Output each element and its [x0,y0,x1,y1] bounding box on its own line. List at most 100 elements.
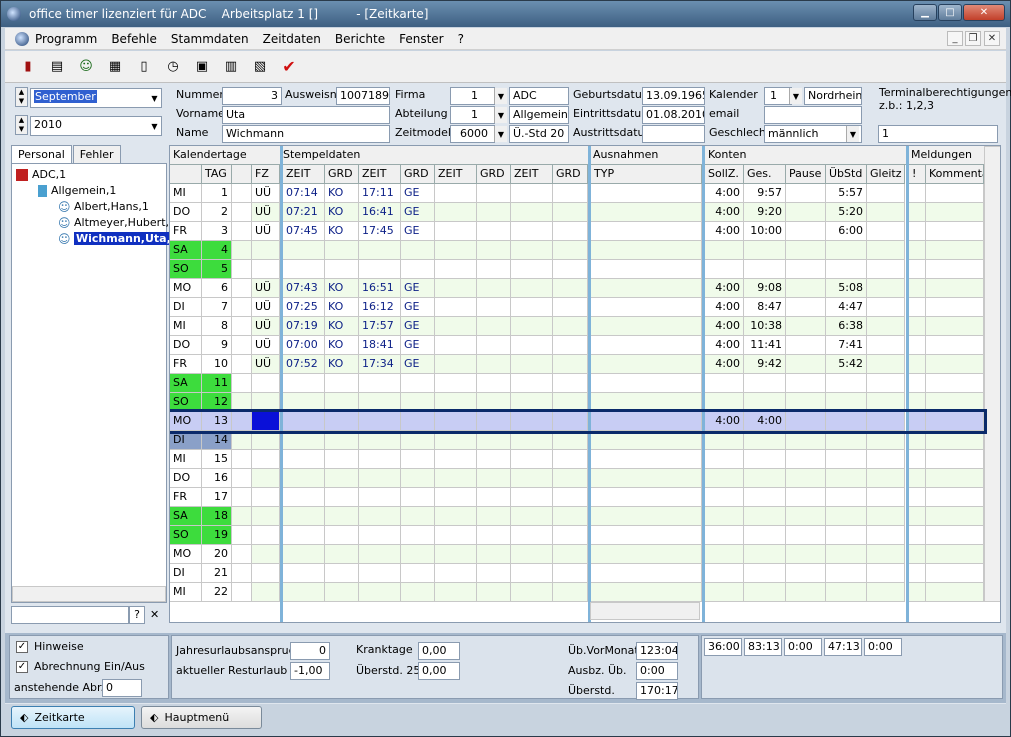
cell-ko[interactable] [926,583,984,602]
cell-g3[interactable] [477,203,511,222]
cell-g1[interactable] [325,545,359,564]
cell-t[interactable]: 18 [202,507,232,526]
column-header-z3[interactable]: ZEIT [435,165,477,184]
kalender-dropdown-icon[interactable]: ▼ [789,88,802,104]
help-icon[interactable]: ? [129,606,145,624]
cell-g4[interactable] [553,488,588,507]
cell-g3[interactable] [477,222,511,241]
cell-ub[interactable] [826,412,867,431]
cell-x[interactable] [232,241,252,260]
cell-z1[interactable] [283,564,325,583]
cell-typ[interactable] [591,469,702,488]
cell-t[interactable]: 15 [202,450,232,469]
grid-hscrollbar[interactable] [590,602,700,620]
cell-pause[interactable] [786,298,826,317]
cell-g1[interactable] [325,393,359,412]
cell-g2[interactable] [401,564,435,583]
cell-g2[interactable] [401,488,435,507]
cell-z4[interactable] [511,564,553,583]
cell-g3[interactable] [477,317,511,336]
cell-fz[interactable] [252,545,280,564]
cell-d[interactable]: SO [170,526,202,545]
table-row[interactable]: SA 11 [170,374,984,393]
column-header-z2[interactable]: ZEIT [359,165,401,184]
cell-z4[interactable] [511,507,553,526]
austritt-field[interactable] [642,125,705,143]
tree-hscrollbar[interactable] [12,586,166,602]
cell-ko[interactable] [926,488,984,507]
cell-ges[interactable]: 9:08 [744,279,786,298]
cell-z2[interactable] [359,260,401,279]
cell-g1[interactable] [325,374,359,393]
cell-g4[interactable] [553,564,588,583]
table-row[interactable]: DO 2 UÜ 07:21 KO 16:41 GE 4:00 9:20 5:20 [170,203,984,222]
cell-ex[interactable] [909,431,926,450]
table-row[interactable]: FR 3 UÜ 07:45 KO 17:45 GE 4:00 10:00 6:00 [170,222,984,241]
cell-ex[interactable] [909,545,926,564]
cell-gl[interactable] [867,260,905,279]
cell-g2[interactable]: GE [401,298,435,317]
cell-g4[interactable] [553,545,588,564]
cell-ub[interactable]: 5:08 [826,279,867,298]
cell-z1[interactable] [283,488,325,507]
cell-ex[interactable] [909,507,926,526]
cell-z4[interactable] [511,184,553,203]
cell-g2[interactable] [401,260,435,279]
column-header-z4[interactable]: ZEIT [511,165,553,184]
ausweis-field[interactable]: 10071891 [336,87,390,105]
cell-fz[interactable] [252,431,280,450]
cell-g2[interactable]: GE [401,317,435,336]
cell-g3[interactable] [477,355,511,374]
cell-typ[interactable] [591,317,702,336]
cell-g3[interactable] [477,450,511,469]
cell-z3[interactable] [435,317,477,336]
cell-typ[interactable] [591,545,702,564]
cell-z2[interactable] [359,488,401,507]
cell-z2[interactable]: 16:41 [359,203,401,222]
cell-typ[interactable] [591,298,702,317]
cell-ko[interactable] [926,355,984,374]
cell-ges[interactable] [744,469,786,488]
cell-ko[interactable] [926,564,984,583]
cell-ub[interactable]: 5:57 [826,184,867,203]
cell-z1[interactable] [283,374,325,393]
cell-g2[interactable] [401,526,435,545]
uberstd25-field[interactable]: 0,00 [418,662,460,680]
cell-d[interactable]: DO [170,336,202,355]
ubvormonat-field[interactable]: 123:04 [636,642,678,660]
clock-icon[interactable]: ◷ [164,58,182,76]
cell-g3[interactable] [477,260,511,279]
cell-t[interactable]: 6 [202,279,232,298]
table-row[interactable]: MO 13 4:00 4:00 [170,409,987,434]
cell-g3[interactable] [477,279,511,298]
cell-z2[interactable]: 18:41 [359,336,401,355]
cell-g4[interactable] [553,260,588,279]
cell-g4[interactable] [553,355,588,374]
cell-soll[interactable] [705,431,744,450]
cell-ub[interactable] [826,393,867,412]
cell-z2[interactable] [359,374,401,393]
cell-fz[interactable] [252,583,280,602]
cell-gl[interactable] [867,336,905,355]
column-header-ko[interactable]: Kommentar [926,165,984,184]
cell-g1[interactable] [325,526,359,545]
cell-z3[interactable] [435,203,477,222]
cell-t[interactable]: 13 [202,412,232,431]
cell-x[interactable] [232,374,252,393]
cell-typ[interactable] [591,222,702,241]
cell-z1[interactable] [283,469,325,488]
cell-ges[interactable]: 8:47 [744,298,786,317]
cell-typ[interactable] [591,203,702,222]
cell-typ[interactable] [591,374,702,393]
cell-ub[interactable] [826,564,867,583]
cell-ex[interactable] [909,488,926,507]
cell-typ[interactable] [591,393,702,412]
cell-ges[interactable] [744,545,786,564]
column-header-gl[interactable]: Gleitz [867,165,905,184]
cell-soll[interactable] [705,583,744,602]
cell-ub[interactable] [826,374,867,393]
cell-z1[interactable] [283,526,325,545]
hauptmenu-button[interactable]: ⬖ Hauptmenü [141,706,262,729]
cell-ex[interactable] [909,374,926,393]
cell-x[interactable] [232,583,252,602]
